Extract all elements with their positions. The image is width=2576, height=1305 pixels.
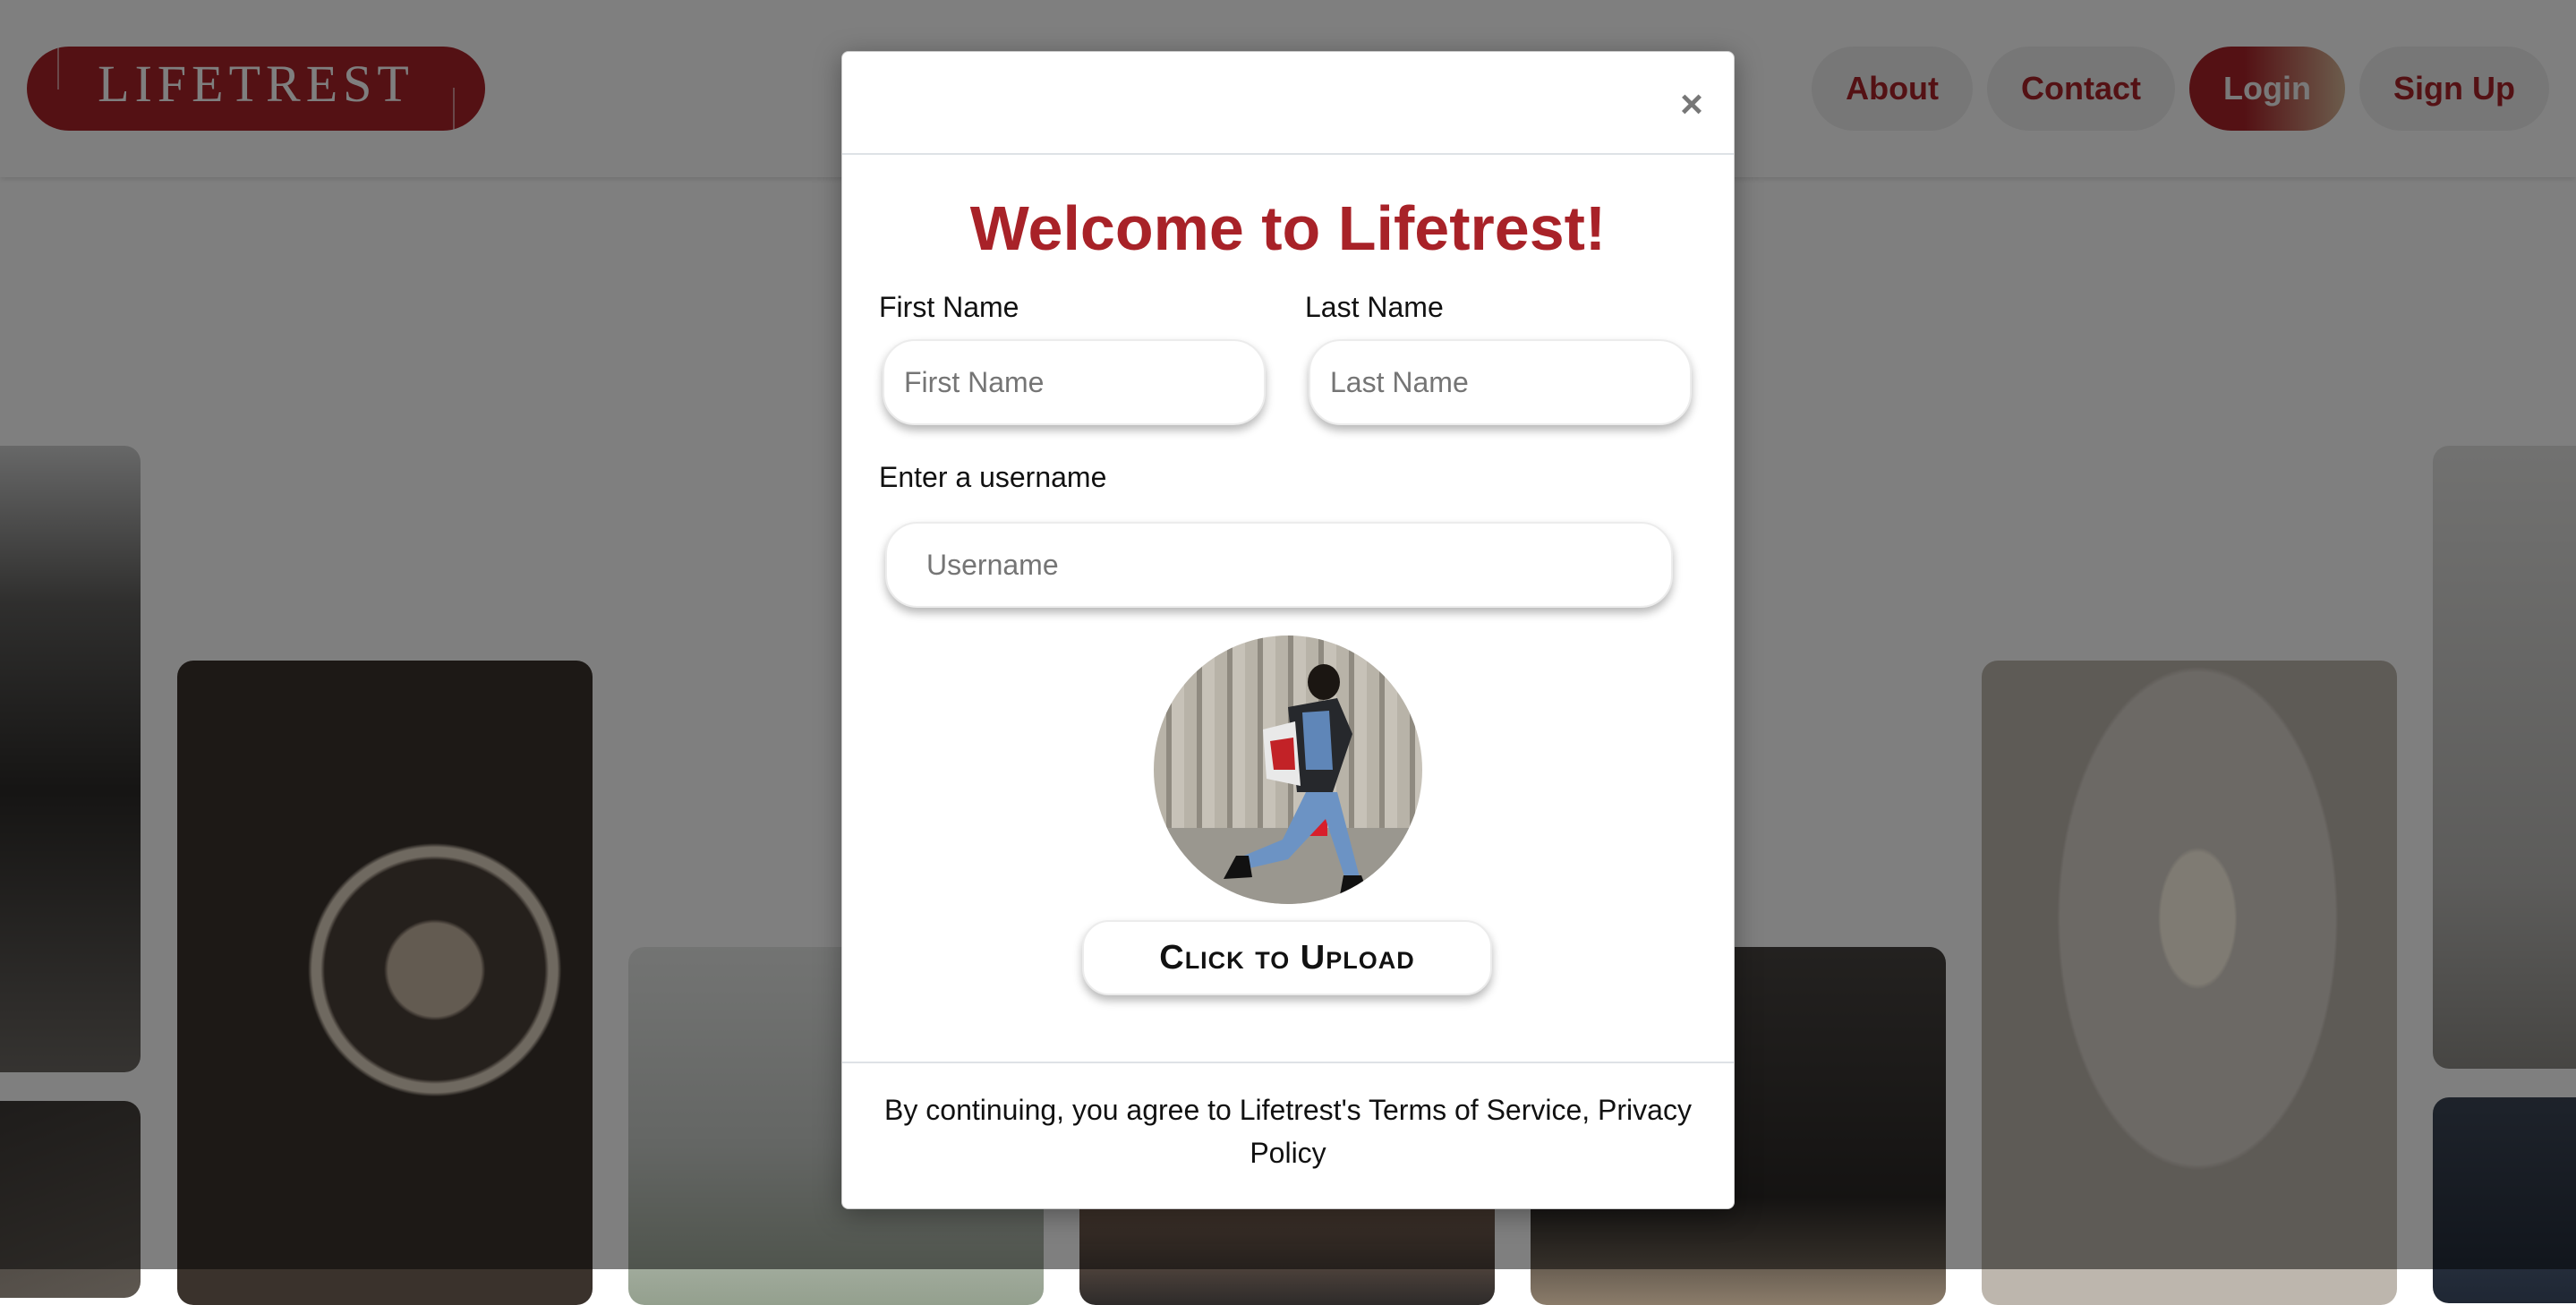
terms-text[interactable]: By continuing, you agree to Lifetrest's … bbox=[878, 1088, 1698, 1174]
profile-person-image bbox=[1154, 664, 1422, 904]
signup-modal: × Welcome to Lifetrest! First Name Last … bbox=[841, 51, 1735, 1209]
upload-button[interactable]: Click to Upload bbox=[1082, 920, 1492, 995]
modal-title: Welcome to Lifetrest! bbox=[969, 193, 1607, 263]
first-name-label: First Name bbox=[879, 291, 1019, 323]
username-label: Enter a username bbox=[879, 461, 1107, 493]
last-name-input[interactable] bbox=[1309, 339, 1692, 425]
close-icon[interactable]: × bbox=[1669, 82, 1714, 127]
modal-header: × bbox=[842, 52, 1734, 155]
last-name-label: Last Name bbox=[1305, 291, 1444, 323]
username-input[interactable] bbox=[885, 522, 1673, 608]
modal-footer: By continuing, you agree to Lifetrest's … bbox=[842, 1062, 1734, 1208]
first-name-input[interactable] bbox=[883, 339, 1266, 425]
profile-picture bbox=[1154, 635, 1422, 904]
